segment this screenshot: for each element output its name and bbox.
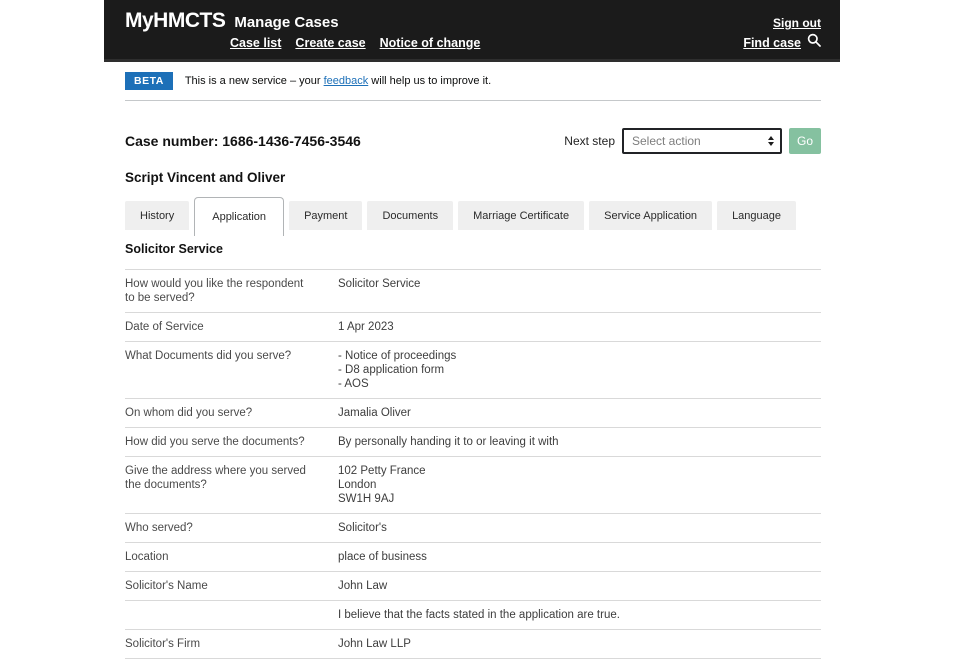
- table-row: How did you serve the documents? By perso…: [125, 428, 821, 457]
- find-case-link[interactable]: Find case: [743, 36, 801, 50]
- table-row: Who served? Solicitor's: [125, 514, 821, 543]
- answer-cell: - Notice of proceedings - D8 application…: [338, 350, 457, 390]
- answer-cell: 1 Apr 2023: [338, 321, 394, 333]
- tab-marriage-certificate[interactable]: Marriage Certificate: [458, 201, 585, 230]
- primary-nav: Case list Create case Notice of change: [230, 34, 494, 52]
- case-number: Case number: 1686-1436-7456-3546: [125, 133, 361, 149]
- next-step-label: Next step: [564, 134, 615, 148]
- question-cell: Solicitor's Firm: [125, 638, 201, 650]
- answer-cell: John Law: [338, 580, 388, 592]
- answer-cell: Jamalia Oliver: [338, 407, 411, 419]
- answer-cell: Solicitor Service: [338, 278, 421, 290]
- table-row: Date of Service 1 Apr 2023: [125, 313, 821, 342]
- header-top-row: MyHMCTS Manage Cases Sign out: [125, 9, 821, 33]
- app-logo[interactable]: MyHMCTS: [125, 9, 226, 33]
- case-header-row: Case number: 1686-1436-7456-3546 Next st…: [125, 128, 821, 154]
- nav-case-list[interactable]: Case list: [230, 36, 281, 50]
- answer-cell: Solicitor's: [338, 522, 387, 534]
- answer-cell: I believe that the facts stated in the a…: [338, 609, 620, 621]
- next-step-group: Next step Select action Go: [564, 128, 821, 154]
- tab-service-application[interactable]: Service Application: [589, 201, 713, 230]
- beta-banner-inner: BETA This is a new service – your feedba…: [125, 72, 821, 101]
- next-step-select-value: Select action: [632, 134, 701, 148]
- case-details-table: How would you like the respondent to be …: [125, 269, 821, 659]
- tab-history[interactable]: History: [125, 201, 190, 230]
- table-row: I believe that the facts stated in the a…: [125, 601, 821, 630]
- tab-payment[interactable]: Payment: [289, 201, 363, 230]
- answer-cell: John Law LLP: [338, 638, 411, 650]
- question-cell: Who served?: [125, 522, 193, 534]
- nav-notice-of-change[interactable]: Notice of change: [380, 36, 481, 50]
- question-cell: Give the address where you served the do…: [125, 465, 306, 491]
- header-nav-row: Case list Create case Notice of change Fin…: [230, 33, 821, 52]
- main-content: Case number: 1686-1436-7456-3546 Next st…: [104, 128, 840, 659]
- beta-text-after: will help us to improve it.: [368, 75, 492, 87]
- beta-text-before: This is a new service – your: [184, 75, 324, 87]
- question-cell: On whom did you serve?: [125, 407, 253, 419]
- feedback-link[interactable]: feedback: [324, 75, 369, 87]
- table-row: On whom did you serve? Jamalia Oliver: [125, 399, 821, 428]
- question-cell: What Documents did you serve?: [125, 350, 292, 362]
- next-step-select[interactable]: Select action: [622, 128, 782, 154]
- answer-cell: By personally handing it to or leaving i…: [338, 436, 559, 448]
- search-icon[interactable]: [807, 33, 821, 52]
- table-row: Location place of business: [125, 543, 821, 572]
- table-row: Give the address where you served the do…: [125, 457, 821, 514]
- question-cell: Location: [125, 551, 169, 563]
- answer-cell: place of business: [338, 551, 427, 563]
- beta-banner: BETA This is a new service – your feedba…: [104, 62, 840, 101]
- section-heading: Solicitor Service: [125, 242, 223, 256]
- page-container: MyHMCTS Manage Cases Sign out Case list C…: [104, 0, 840, 659]
- question-cell: How would you like the respondent to be …: [125, 278, 304, 304]
- sign-out-link[interactable]: Sign out: [773, 16, 821, 30]
- tab-bar: History Application Payment Documents Marria…: [125, 197, 821, 236]
- table-row: Solicitor's Firm John Law LLP: [125, 630, 821, 659]
- table-row: How would you like the respondent to be …: [125, 270, 821, 313]
- question-cell: [125, 608, 338, 622]
- table-row: What Documents did you serve? - Notice of…: [125, 342, 821, 399]
- select-arrows-icon: [768, 136, 774, 146]
- table-row: Solicitor's Name John Law: [125, 572, 821, 601]
- go-button[interactable]: Go: [789, 128, 821, 154]
- app-title: Manage Cases: [234, 14, 339, 31]
- case-title: Script Vincent and Oliver: [125, 170, 286, 185]
- beta-text: This is a new service – your feedback wi…: [185, 75, 491, 87]
- question-cell: Date of Service: [125, 321, 204, 333]
- app-header: MyHMCTS Manage Cases Sign out Case list C…: [104, 0, 840, 62]
- tab-documents[interactable]: Documents: [367, 201, 454, 230]
- tab-application[interactable]: Application: [194, 197, 285, 236]
- find-case-group: Find case: [743, 33, 821, 52]
- answer-cell: 102 Petty France London SW1H 9AJ: [338, 465, 426, 505]
- tab-language[interactable]: Language: [717, 201, 797, 230]
- question-cell: Solicitor's Name: [125, 580, 208, 592]
- beta-badge: BETA: [125, 72, 173, 90]
- question-cell: How did you serve the documents?: [125, 436, 305, 448]
- nav-create-case[interactable]: Create case: [295, 36, 365, 50]
